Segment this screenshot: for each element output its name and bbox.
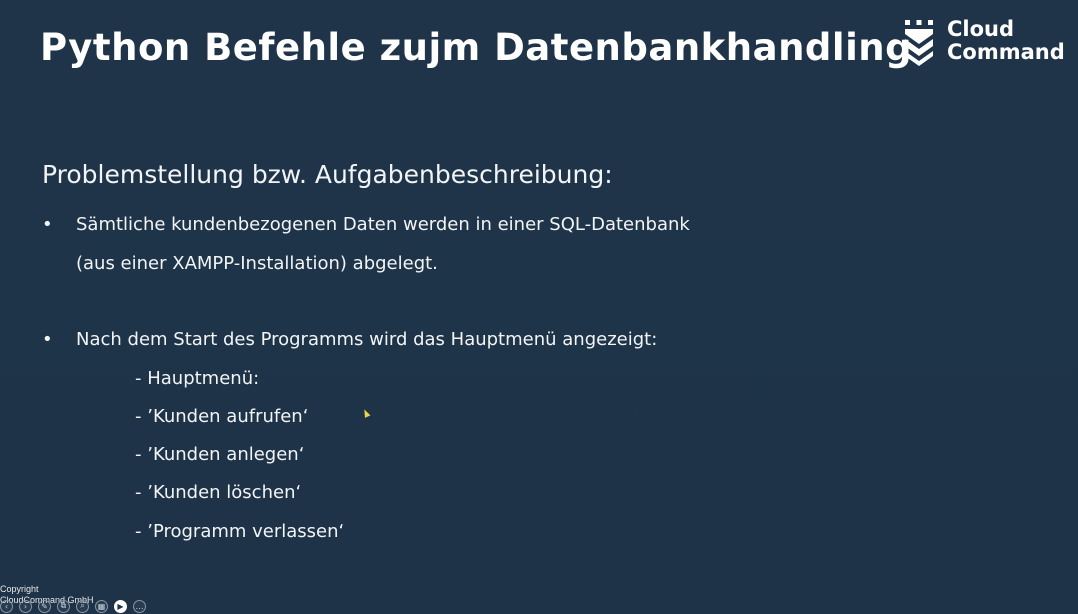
- presentation-slide: Python Befehle zujm Datenbankhandling Cl…: [0, 0, 1078, 614]
- cloud-command-logo: Cloud Command: [903, 18, 1068, 68]
- bullet-marker: •: [42, 329, 53, 350]
- logo-text-line1: Cloud: [947, 17, 1015, 41]
- shield-logo-icon: [905, 20, 933, 66]
- slide-title: Python Befehle zujm Datenbankhandling: [40, 26, 913, 69]
- pen-icon[interactable]: ✎: [38, 599, 51, 613]
- bullet-item: • Sämtliche kundenbezogenen Daten werden…: [42, 214, 942, 284]
- next-icon[interactable]: ›: [19, 599, 32, 613]
- previous-icon[interactable]: ‹: [0, 599, 13, 613]
- bullet-text-line: Sämtliche kundenbezogenen Daten werden i…: [76, 214, 690, 235]
- menu-item-kunden-anlegen: - ’Kunden anlegen‘: [135, 444, 305, 465]
- copy-icon[interactable]: ⧉: [57, 599, 70, 613]
- problem-heading: Problemstellung bzw. Aufgabenbeschreibun…: [42, 160, 613, 189]
- menu-item-kunden-aufrufen: - ’Kunden aufrufen‘: [135, 406, 309, 427]
- slides-grid-icon[interactable]: ▦: [95, 599, 108, 613]
- mouse-pointer-icon: [361, 408, 371, 418]
- menu-item-programm-verlassen: - ’Programm verlassen‘: [135, 521, 345, 542]
- bullet-text-line: Nach dem Start des Programms wird das Ha…: [76, 329, 658, 350]
- menu-item-kunden-loeschen: - ’Kunden löschen‘: [135, 482, 302, 503]
- logo-wordmark: Cloud Command: [947, 18, 1065, 64]
- bullet-marker: •: [42, 214, 53, 235]
- bullet-item: • Nach dem Start des Programms wird das …: [42, 329, 942, 359]
- camera-icon[interactable]: ▶: [114, 599, 127, 613]
- presenter-toolbar: ‹ › ✎ ⧉ ⌕ ▦ ▶ …: [0, 598, 146, 614]
- copyright-line1: Copyright: [0, 584, 39, 594]
- menu-item-hauptmenue: - Hauptmenü:: [135, 368, 260, 389]
- logo-text-line2: Command: [947, 40, 1065, 64]
- more-icon[interactable]: …: [133, 599, 146, 613]
- magnify-icon[interactable]: ⌕: [76, 599, 89, 613]
- bullet-text-line: (aus einer XAMPP-Installation) abgelegt.: [76, 253, 438, 274]
